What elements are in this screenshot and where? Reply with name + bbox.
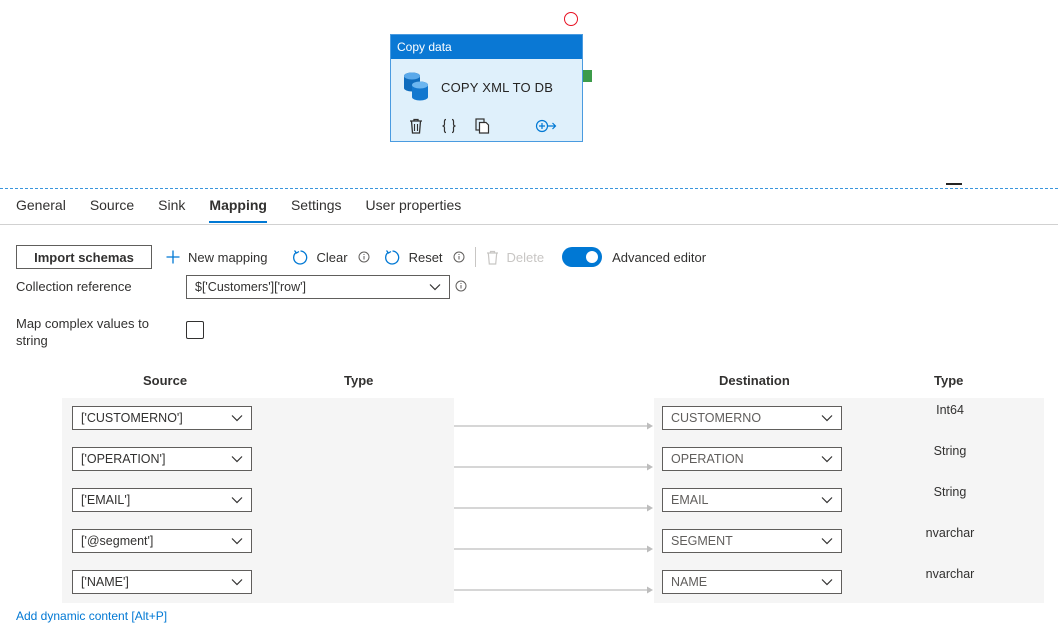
destination-type-value: nvarchar [925, 526, 975, 540]
clone-icon[interactable] [473, 117, 491, 135]
reset-icon [384, 249, 401, 266]
new-mapping-label: New mapping [188, 249, 268, 265]
copy-data-database-icon [403, 71, 429, 106]
chevron-down-icon [821, 537, 833, 545]
mapping-row: ['NAME'] NAME nvarchar [0, 562, 1058, 603]
map-complex-values-checkbox[interactable] [186, 321, 204, 339]
advanced-editor-label: Advanced editor [612, 249, 707, 265]
source-column-value: ['NAME'] [81, 575, 129, 589]
collection-reference-select[interactable]: $['Customers']['row'] [186, 275, 450, 299]
activity-type-label: Copy data [391, 35, 582, 59]
mapping-row: ['@segment'] SEGMENT nvarchar [0, 521, 1058, 562]
chevron-down-icon [429, 283, 441, 291]
source-column-select[interactable]: ['CUSTOMERNO'] [72, 406, 252, 430]
source-column-value: ['OPERATION'] [81, 452, 166, 466]
chevron-down-icon [821, 414, 833, 422]
collection-reference-label: Collection reference [16, 279, 132, 294]
reset-button[interactable]: Reset [384, 249, 443, 266]
toolbar-separator [474, 247, 476, 267]
chevron-down-icon [231, 578, 243, 586]
mapping-toolbar: Import schemas New mapping Clear Reset D… [16, 245, 706, 269]
source-column-select[interactable]: ['OPERATION'] [72, 447, 252, 471]
map-complex-label-line1: Map complex values to [16, 316, 149, 331]
success-output-port[interactable] [583, 70, 592, 82]
destination-column-header: Destination [719, 373, 790, 388]
plus-icon [166, 250, 180, 264]
destination-column-select[interactable]: OPERATION [662, 447, 842, 471]
tab-sink[interactable]: Sink [158, 197, 185, 223]
tab-general[interactable]: General [16, 197, 66, 223]
trash-icon [486, 250, 499, 265]
delete-button[interactable]: Delete [486, 249, 545, 265]
destination-column-select[interactable]: SEGMENT [662, 529, 842, 553]
chevron-down-icon [231, 537, 243, 545]
add-dynamic-content-link[interactable]: Add dynamic content [Alt+P] [16, 609, 167, 623]
chevron-down-icon [231, 496, 243, 504]
minimize-panel-icon[interactable] [946, 183, 962, 185]
destination-column-select[interactable]: EMAIL [662, 488, 842, 512]
source-column-value: ['CUSTOMERNO'] [81, 411, 183, 425]
source-type-column-header: Type [344, 373, 374, 388]
tabs-divider [0, 224, 1058, 225]
chevron-down-icon [821, 455, 833, 463]
clear-label: Clear [316, 249, 348, 265]
source-column-select[interactable]: ['NAME'] [72, 570, 252, 594]
reset-label: Reset [408, 249, 443, 265]
destination-column-select[interactable]: CUSTOMERNO [662, 406, 842, 430]
mapping-row: ['EMAIL'] EMAIL String [0, 480, 1058, 521]
mapping-row: ['CUSTOMERNO'] CUSTOMERNO Int64 [0, 398, 1058, 439]
clear-button[interactable]: Clear [292, 249, 348, 266]
properties-tabs: General Source Sink Mapping Settings Use… [16, 197, 485, 223]
chevron-down-icon [231, 455, 243, 463]
delete-label: Delete [506, 249, 545, 265]
mapping-arrow-icon [454, 540, 654, 558]
tab-mapping[interactable]: Mapping [209, 197, 267, 223]
delete-icon[interactable] [407, 117, 425, 135]
destination-type-value: String [933, 444, 967, 458]
tab-settings[interactable]: Settings [291, 197, 342, 223]
new-mapping-button[interactable]: New mapping [166, 250, 268, 265]
destination-type-value: nvarchar [925, 567, 975, 581]
tab-source[interactable]: Source [90, 197, 134, 223]
clear-info-icon[interactable] [358, 251, 370, 263]
copy-data-activity[interactable]: Copy data COPY XML TO DB [390, 34, 583, 142]
activity-name: COPY XML TO DB [441, 80, 554, 95]
mapping-arrow-icon [454, 581, 654, 599]
activity-status-icon [564, 12, 578, 26]
panel-splitter[interactable] [0, 188, 1058, 189]
destination-column-value: SEGMENT [671, 534, 733, 548]
chevron-down-icon [231, 414, 243, 422]
source-column-value: ['EMAIL'] [81, 493, 131, 507]
tab-user-properties[interactable]: User properties [366, 197, 462, 223]
map-complex-values-label: Map complex values to string [16, 315, 149, 349]
destination-type-value: String [933, 485, 967, 499]
mapping-arrow-icon [454, 417, 654, 435]
undo-circle-icon [292, 249, 309, 266]
destination-type-column-header: Type [934, 373, 964, 388]
destination-column-value: EMAIL [671, 493, 709, 507]
add-output-icon[interactable] [535, 117, 557, 135]
chevron-down-icon [821, 578, 833, 586]
mapping-arrow-icon [454, 499, 654, 517]
source-column-select[interactable]: ['@segment'] [72, 529, 252, 553]
collection-reference-info-icon[interactable] [455, 280, 467, 292]
import-schemas-button[interactable]: Import schemas [16, 245, 152, 269]
mapping-arrow-icon [454, 458, 654, 476]
collection-reference-value: $['Customers']['row'] [195, 280, 306, 294]
destination-column-value: CUSTOMERNO [671, 411, 762, 425]
destination-column-value: OPERATION [671, 452, 744, 466]
mapping-row: ['OPERATION'] OPERATION String [0, 439, 1058, 480]
source-column-select[interactable]: ['EMAIL'] [72, 488, 252, 512]
destination-type-value: Int64 [936, 403, 964, 417]
code-braces-icon[interactable] [439, 117, 459, 135]
destination-column-value: NAME [671, 575, 708, 589]
source-column-header: Source [143, 373, 188, 388]
advanced-editor-toggle[interactable] [562, 247, 603, 267]
toggle-knob [586, 251, 599, 263]
reset-info-icon[interactable] [453, 251, 465, 263]
map-complex-label-line2: string [16, 333, 48, 348]
destination-column-select[interactable]: NAME [662, 570, 842, 594]
source-column-value: ['@segment'] [81, 534, 154, 548]
chevron-down-icon [821, 496, 833, 504]
